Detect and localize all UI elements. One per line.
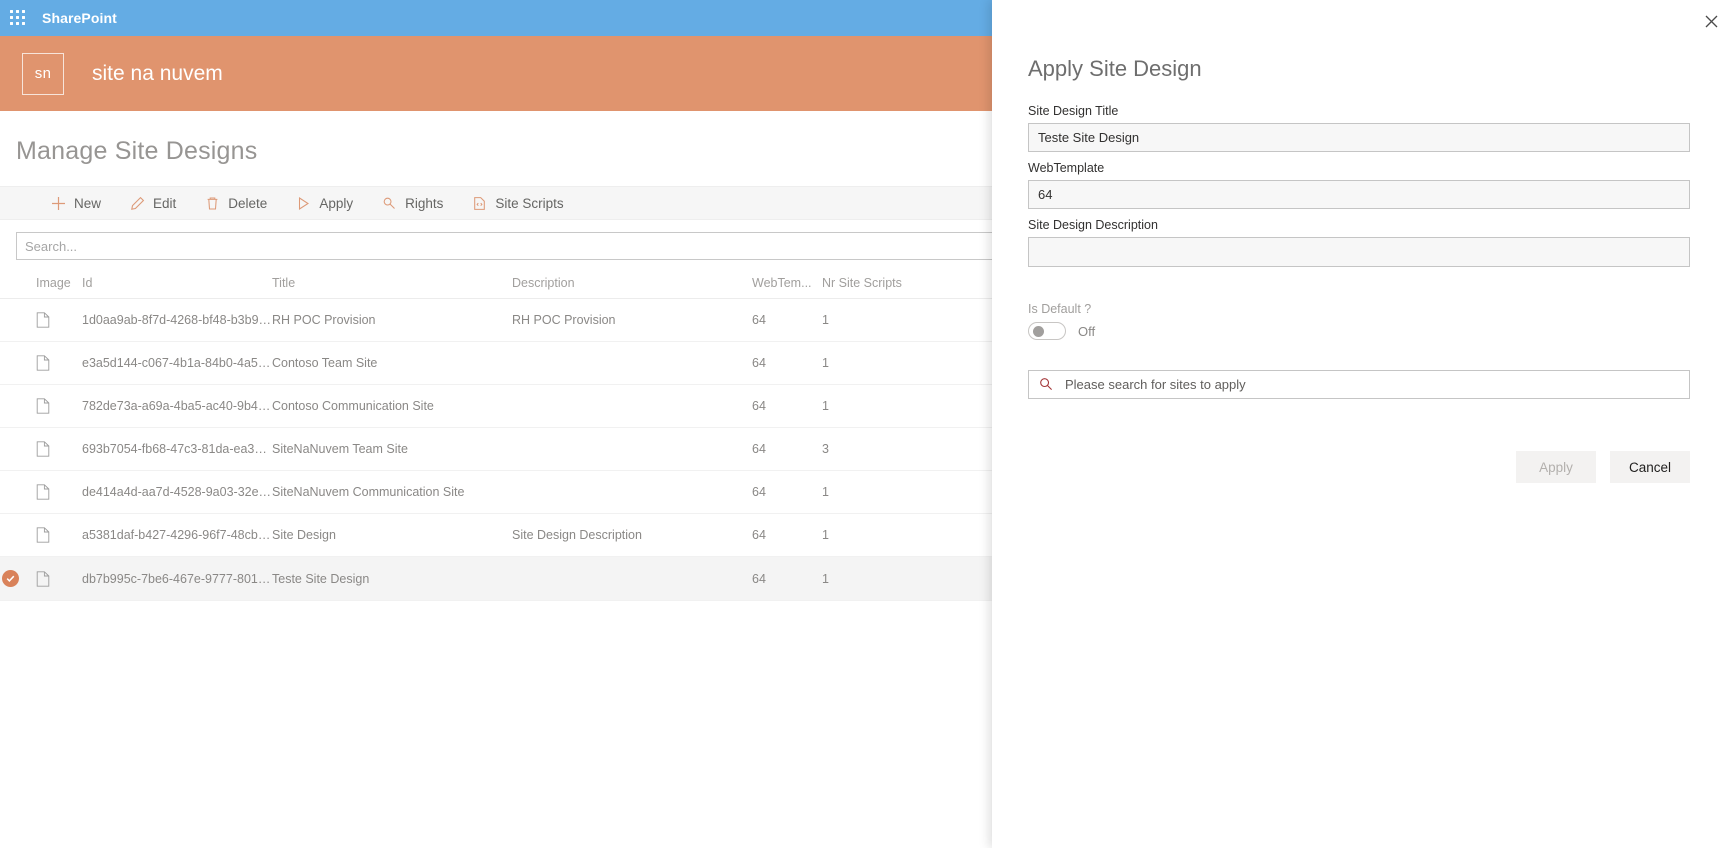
site-scripts-button-label: Site Scripts xyxy=(495,195,564,211)
app-launcher-icon[interactable] xyxy=(0,0,36,36)
column-header-image[interactable]: Image xyxy=(36,270,82,299)
is-default-toggle-row: Off xyxy=(1028,322,1690,340)
site-logo: sn xyxy=(22,52,64,95)
row-description-cell xyxy=(512,384,752,428)
row-select-cell[interactable] xyxy=(0,384,36,428)
row-description-cell xyxy=(512,556,752,601)
webtemplate-field[interactable] xyxy=(1028,180,1690,209)
panel-body: Apply Site Design Site Design Title WebT… xyxy=(992,0,1736,483)
row-nr-site-scripts-cell: 1 xyxy=(822,384,942,428)
rights-button[interactable]: Rights xyxy=(367,186,457,220)
row-webtemplate-cell: 64 xyxy=(752,298,822,342)
row-webtemplate-cell: 64 xyxy=(752,556,822,601)
site-design-description-label: Site Design Description xyxy=(1028,218,1158,232)
row-description-cell xyxy=(512,470,752,514)
site-name[interactable]: site na nuvem xyxy=(92,62,223,86)
is-default-toggle-state: Off xyxy=(1078,323,1096,339)
is-default-toggle[interactable] xyxy=(1028,322,1066,340)
row-select-cell[interactable] xyxy=(0,513,36,557)
site-scripts-button[interactable]: Site Scripts xyxy=(457,186,577,220)
row-image-cell xyxy=(36,384,82,428)
delete-button[interactable]: Delete xyxy=(190,186,281,220)
delete-button-label: Delete xyxy=(228,195,268,211)
panel-actions: Apply Cancel xyxy=(1028,451,1690,483)
apply-site-design-panel: Apply Site Design Site Design Title WebT… xyxy=(992,0,1736,848)
panel-cancel-button[interactable]: Cancel xyxy=(1610,451,1690,483)
new-button-label: New xyxy=(74,195,102,211)
new-button[interactable]: New xyxy=(36,186,115,220)
row-nr-site-scripts-cell: 1 xyxy=(822,556,942,601)
site-design-description-field[interactable] xyxy=(1028,237,1690,267)
pencil-icon xyxy=(129,195,145,211)
row-image-cell xyxy=(36,470,82,514)
row-title-cell: Site Design xyxy=(272,513,512,557)
row-title-cell: SiteNaNuvem Communication Site xyxy=(272,470,512,514)
trash-icon xyxy=(204,195,220,211)
panel-apply-button[interactable]: Apply xyxy=(1516,451,1596,483)
site-search-container[interactable] xyxy=(1028,370,1690,399)
row-title-cell: SiteNaNuvem Team Site xyxy=(272,427,512,471)
webtemplate-label: WebTemplate xyxy=(1028,161,1105,175)
row-description-cell: Site Design Description xyxy=(512,513,752,557)
row-image-cell xyxy=(36,556,82,601)
row-image-cell xyxy=(36,298,82,342)
apply-button-label: Apply xyxy=(319,195,354,211)
row-nr-site-scripts-cell: 1 xyxy=(822,341,942,385)
row-webtemplate-cell: 64 xyxy=(752,513,822,557)
row-id-cell: de414a4d-aa7d-4528-9a03-32e90... xyxy=(82,470,272,514)
site-design-title-label: Site Design Title xyxy=(1028,104,1119,118)
plus-icon xyxy=(50,195,66,211)
site-design-title-field[interactable] xyxy=(1028,123,1690,152)
row-description-cell: RH POC Provision xyxy=(512,298,752,342)
row-image-cell xyxy=(36,341,82,385)
panel-title: Apply Site Design xyxy=(1028,56,1202,81)
row-id-cell: db7b995c-7be6-467e-9777-80138... xyxy=(82,556,272,601)
app-root: SharePoint sn site na nuvem Manage Site … xyxy=(0,0,1736,848)
row-select-cell[interactable] xyxy=(0,470,36,514)
row-webtemplate-cell: 64 xyxy=(752,470,822,514)
row-select-cell[interactable] xyxy=(0,556,36,601)
search-icon xyxy=(1039,377,1054,392)
row-id-cell: 693b7054-fb68-47c3-81da-ea351d... xyxy=(82,427,272,471)
row-title-cell: RH POC Provision xyxy=(272,298,512,342)
row-select-cell[interactable] xyxy=(0,427,36,471)
edit-button-label: Edit xyxy=(153,195,177,211)
row-nr-site-scripts-cell: 1 xyxy=(822,298,942,342)
row-webtemplate-cell: 64 xyxy=(752,384,822,428)
apply-button[interactable]: Apply xyxy=(281,186,367,220)
row-title-cell: Contoso Team Site xyxy=(272,341,512,385)
row-select-cell[interactable] xyxy=(0,298,36,342)
row-description-cell xyxy=(512,427,752,471)
play-triangle-icon xyxy=(295,195,311,211)
row-id-cell: e3a5d144-c067-4b1a-84b0-4a54fe... xyxy=(82,341,272,385)
row-image-cell xyxy=(36,513,82,557)
column-header-title[interactable]: Title xyxy=(272,270,512,299)
row-title-cell: Contoso Communication Site xyxy=(272,384,512,428)
edit-button[interactable]: Edit xyxy=(115,186,190,220)
row-id-cell: a5381daf-b427-4296-96f7-48cb70c... xyxy=(82,513,272,557)
row-id-cell: 1d0aa9ab-8f7d-4268-bf48-b3b9fc0... xyxy=(82,298,272,342)
column-header-nr-site-scripts[interactable]: Nr Site Scripts xyxy=(822,270,942,299)
row-description-cell xyxy=(512,341,752,385)
key-icon xyxy=(381,195,397,211)
column-header-webtemplate[interactable]: WebTem... xyxy=(752,270,822,299)
rights-button-label: Rights xyxy=(405,195,444,211)
code-file-icon xyxy=(471,195,487,211)
row-nr-site-scripts-cell: 1 xyxy=(822,513,942,557)
row-id-cell: 782de73a-a69a-4ba5-ac40-9b4706... xyxy=(82,384,272,428)
row-webtemplate-cell: 64 xyxy=(752,341,822,385)
row-webtemplate-cell: 64 xyxy=(752,427,822,471)
column-header-id[interactable]: Id xyxy=(82,270,272,299)
is-default-label: Is Default ? xyxy=(1028,302,1092,316)
row-image-cell xyxy=(36,427,82,471)
site-search-input[interactable] xyxy=(1063,376,1679,393)
suite-title[interactable]: SharePoint xyxy=(42,10,117,26)
row-nr-site-scripts-cell: 1 xyxy=(822,470,942,514)
row-title-cell: Teste Site Design xyxy=(272,556,512,601)
row-select-cell[interactable] xyxy=(0,341,36,385)
row-nr-site-scripts-cell: 3 xyxy=(822,427,942,471)
close-icon[interactable] xyxy=(1696,6,1726,36)
column-header-select xyxy=(0,270,36,299)
column-header-description[interactable]: Description xyxy=(512,270,752,299)
